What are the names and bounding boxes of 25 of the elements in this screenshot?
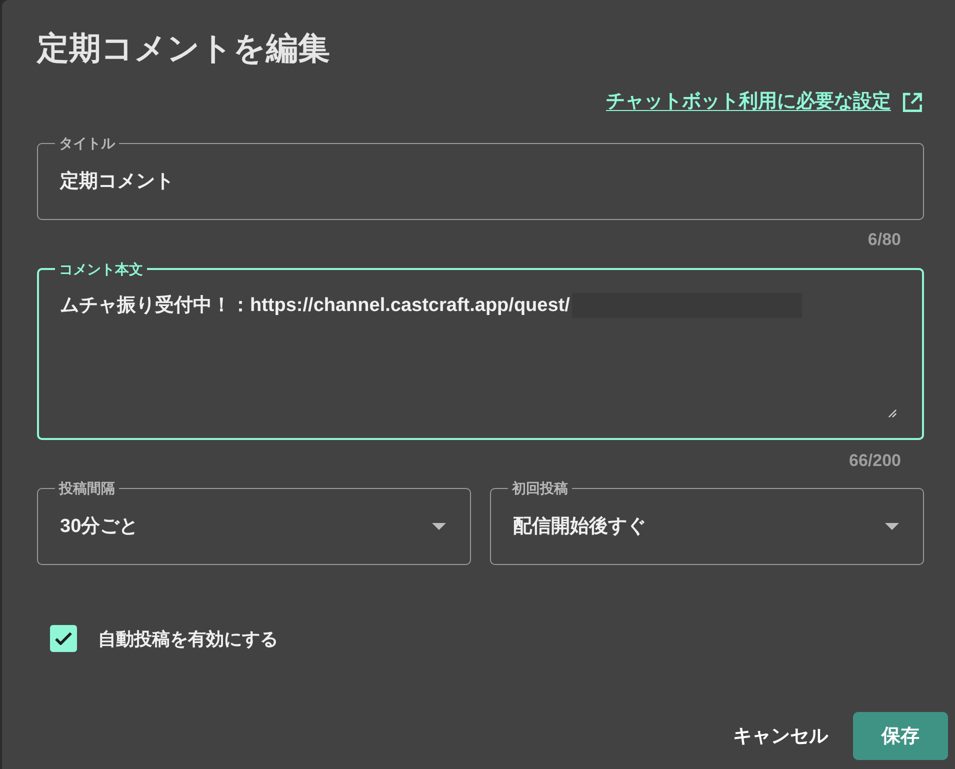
cancel-button[interactable]: キャンセル xyxy=(725,712,836,760)
caret-icon xyxy=(432,523,446,530)
field-label: コメント本文 xyxy=(55,261,147,277)
checkmark-icon xyxy=(55,632,72,645)
field-value: 定期コメント xyxy=(60,170,174,194)
checkbox-label[interactable]: 自動投稿を有効にする xyxy=(98,626,278,650)
resize-handle-icon[interactable] xyxy=(888,409,897,418)
select-value: 30分ごと xyxy=(60,514,138,538)
caret-icon xyxy=(885,523,899,530)
auto-post-checkbox[interactable] xyxy=(50,625,77,652)
dropdown-select[interactable]: 投稿間隔 30分ごと xyxy=(37,479,471,565)
character-counter: 6/80 xyxy=(868,230,901,249)
dialog-title: 定期コメントを編集 xyxy=(37,29,331,68)
chatbot-settings-link[interactable]: チャットボット利用に必要な設定 xyxy=(606,90,923,114)
dropdown-select[interactable]: 初回投稿 配信開始後すぐ xyxy=(490,479,924,565)
text-input-field[interactable]: タイトル 定期コメント xyxy=(37,134,924,220)
external-link-icon xyxy=(901,91,923,113)
select-value: 配信開始後すぐ xyxy=(513,514,646,538)
field-label: タイトル xyxy=(55,135,119,151)
character-counter: 66/200 xyxy=(849,451,901,470)
select-label: 初回投稿 xyxy=(508,480,572,496)
select-label: 投稿間隔 xyxy=(55,480,119,496)
textarea-field[interactable]: コメント本文 ムチャ振り受付中！：https://channel.castcraft.app/quest/ xyxy=(37,259,924,440)
save-button[interactable]: 保存 xyxy=(853,712,948,760)
field-value: ムチャ振り受付中！：https://channel.castcraft.app/quest/ xyxy=(60,294,570,318)
